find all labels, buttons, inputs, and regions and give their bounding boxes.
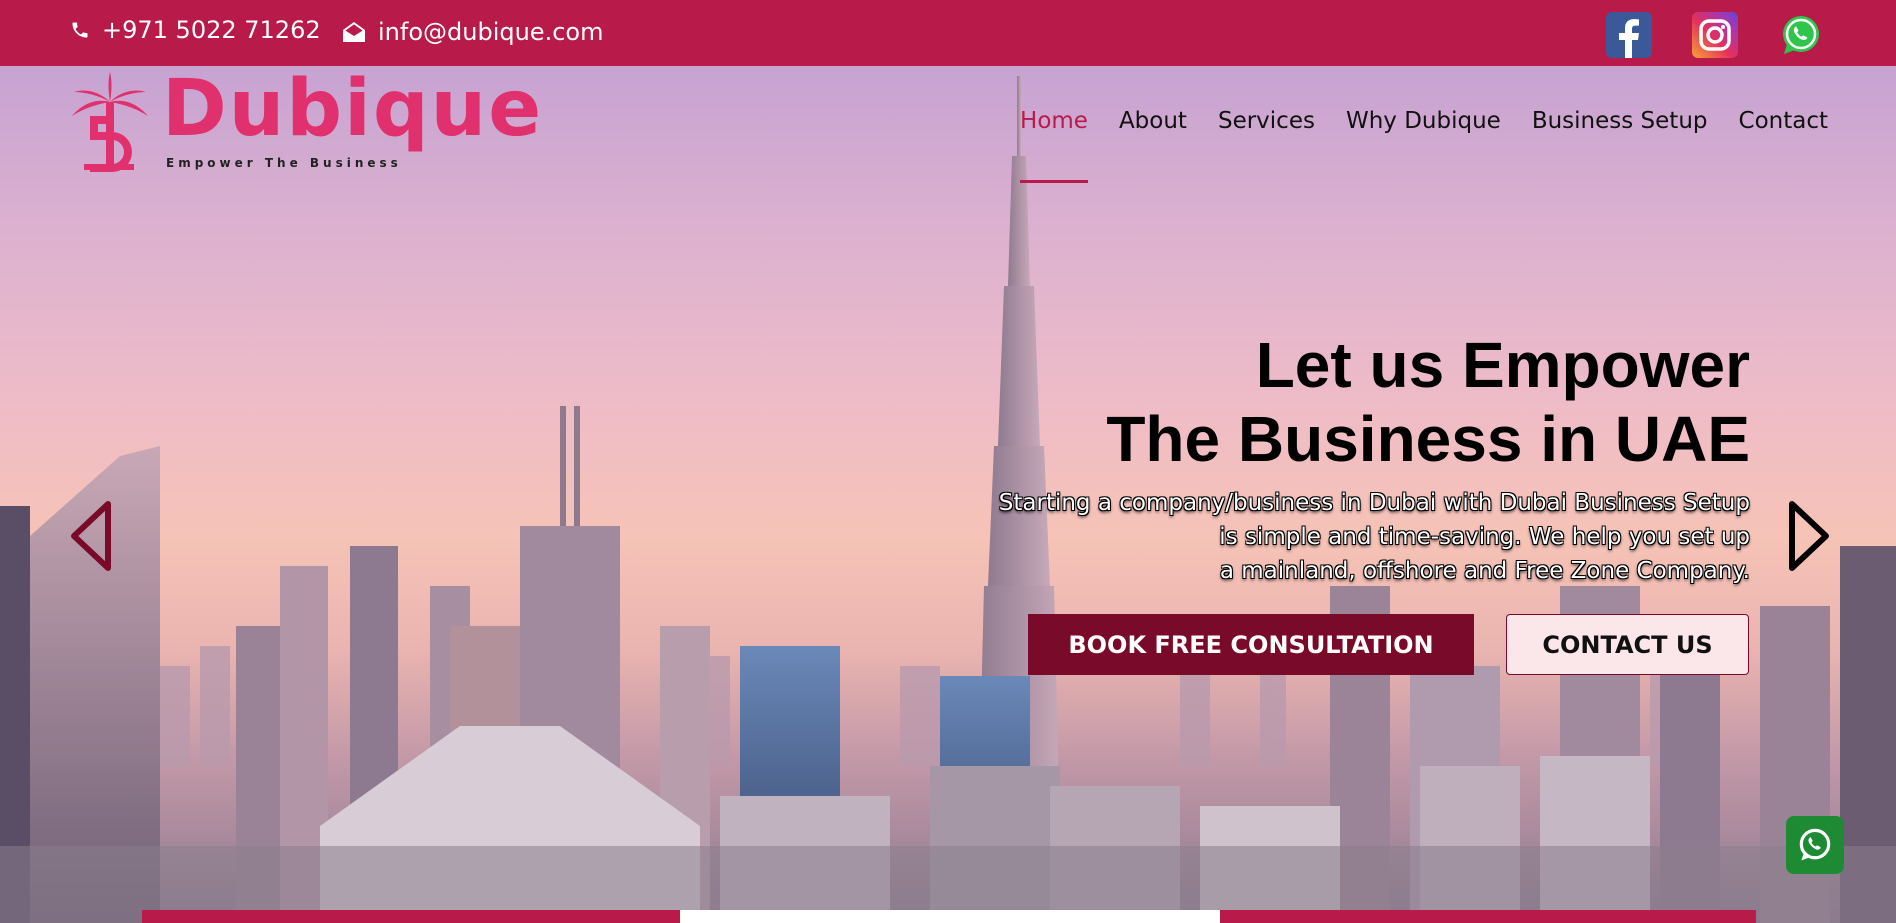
- hero-description-line-2: is simple and time-saving. We help you s…: [1219, 524, 1750, 550]
- contact-us-button[interactable]: CONTACT US: [1506, 614, 1749, 675]
- phone-number[interactable]: +971 5022 71262: [102, 16, 321, 44]
- section-strip-middle: [680, 910, 1220, 923]
- whatsapp-icon: [1799, 828, 1831, 861]
- whatsapp-icon[interactable]: [1778, 12, 1824, 58]
- chevron-left-icon: [71, 501, 111, 571]
- section-strip-left: [142, 910, 680, 923]
- book-consultation-button[interactable]: BOOK FREE CONSULTATION: [1028, 614, 1474, 675]
- facebook-icon[interactable]: [1606, 12, 1652, 59]
- top-bar: +971 5022 71262 info@dubique.com: [0, 0, 1896, 66]
- nav-business-setup[interactable]: Business Setup: [1532, 108, 1708, 134]
- instagram-icon[interactable]: [1692, 12, 1738, 58]
- nav-services[interactable]: Services: [1218, 108, 1315, 134]
- hero-description-line-1: Starting a company/business in Dubai wit…: [998, 490, 1750, 516]
- hero-section: Dubique Empower The Business Home About …: [0, 66, 1896, 923]
- floating-whatsapp-button[interactable]: [1786, 816, 1844, 874]
- dubique-logo[interactable]: Dubique Empower The Business: [70, 70, 541, 172]
- hero-headline: Let us Empower The Business in UAE: [1106, 328, 1750, 476]
- phone-icon: [72, 22, 88, 38]
- phone-contact[interactable]: +971 5022 71262: [70, 16, 321, 44]
- logo-wordmark: Dubique: [162, 66, 544, 154]
- headline-line-2: The Business in UAE: [1106, 403, 1750, 475]
- nav-contact[interactable]: Contact: [1739, 108, 1828, 134]
- chevron-right-icon: [1789, 501, 1829, 571]
- palm-tree-logo-icon: [72, 72, 148, 172]
- nav-why-dubique[interactable]: Why Dubique: [1346, 108, 1501, 134]
- main-nav: Home About Services Why Dubique Business…: [1020, 108, 1828, 183]
- hero-description-line-3: a mainland, offshore and Free Zone Compa…: [1219, 558, 1750, 584]
- email-contact[interactable]: info@dubique.com: [342, 18, 603, 46]
- email-address[interactable]: info@dubique.com: [378, 18, 603, 46]
- nav-about[interactable]: About: [1119, 108, 1187, 134]
- slider-next-button[interactable]: [1786, 500, 1832, 572]
- envelope-icon: [343, 22, 365, 42]
- headline-line-1: Let us Empower: [1255, 329, 1750, 401]
- section-strip-right: [1220, 910, 1756, 923]
- nav-home[interactable]: Home: [1020, 108, 1088, 183]
- logo-tagline: Empower The Business: [166, 156, 402, 170]
- hero-description: Starting a company/business in Dubai wit…: [930, 486, 1750, 588]
- slider-prev-button[interactable]: [68, 500, 114, 572]
